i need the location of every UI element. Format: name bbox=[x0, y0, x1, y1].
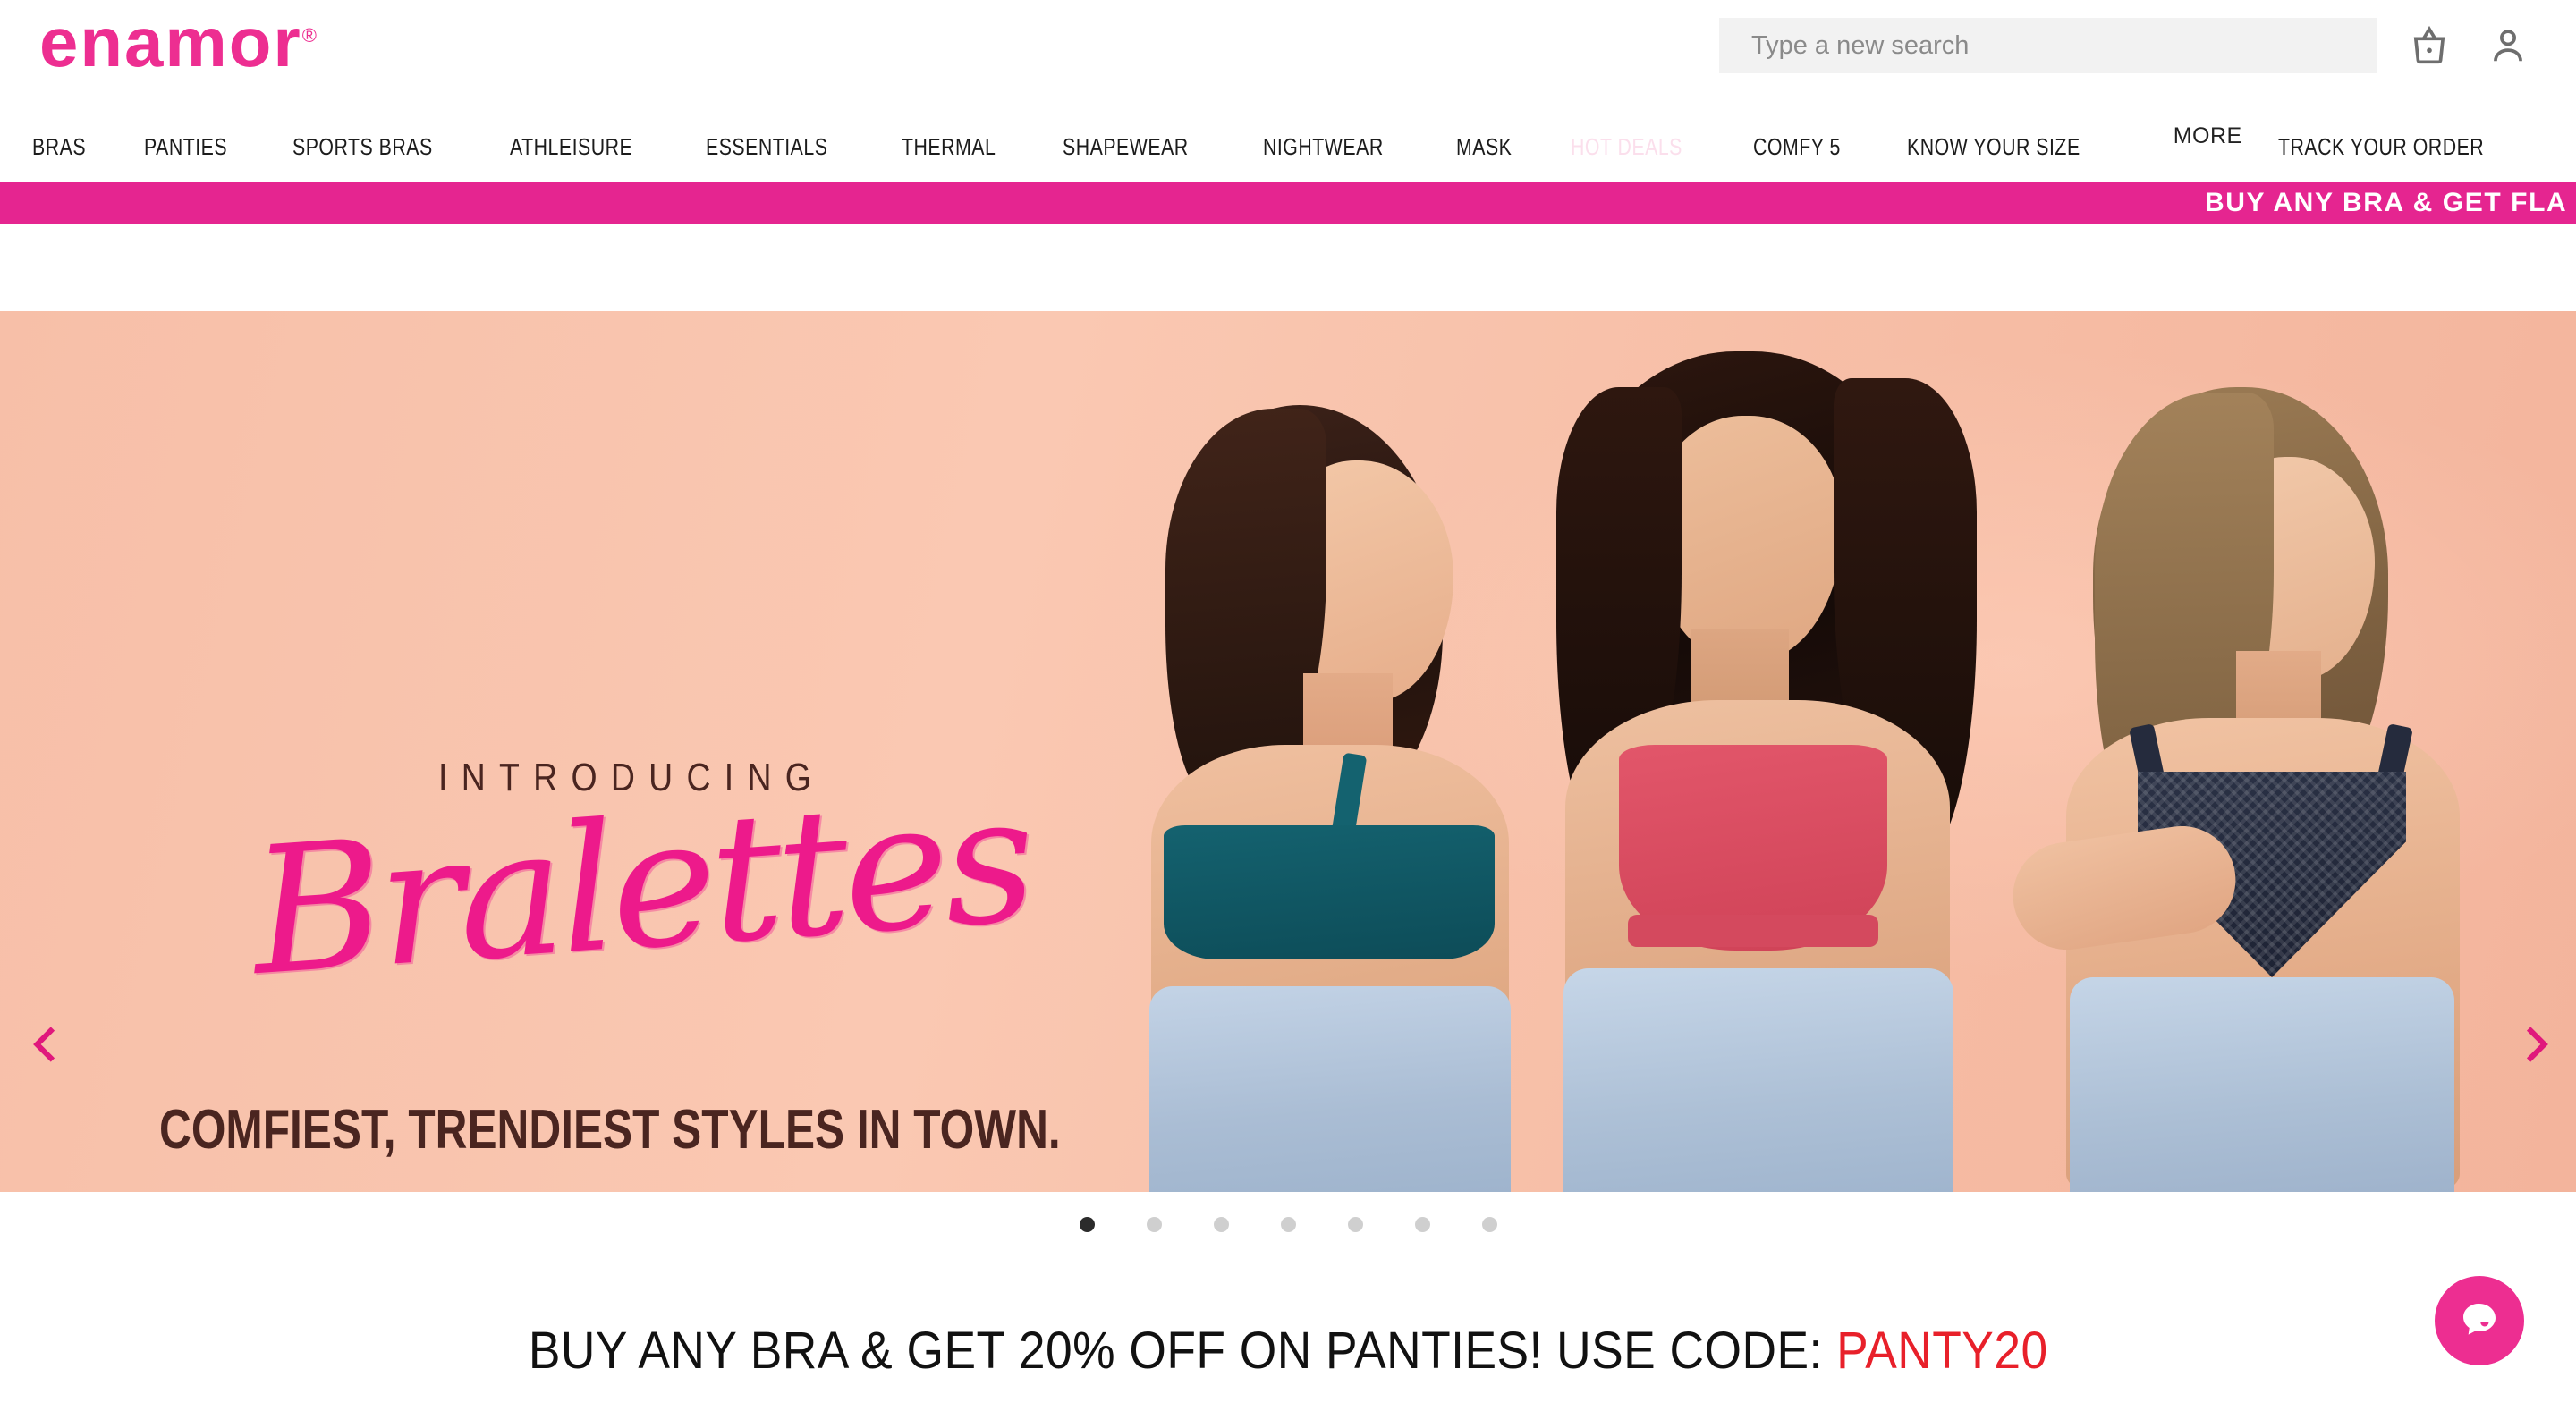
registered-mark-icon: ® bbox=[301, 24, 318, 46]
hero-headline: Bralettes bbox=[245, 756, 1037, 1016]
nav-item-athleisure[interactable]: ATHLEISURE bbox=[510, 133, 632, 161]
carousel-dots bbox=[0, 1192, 2576, 1256]
hero-model-left bbox=[1114, 405, 1534, 1192]
carousel-dot[interactable] bbox=[1280, 1216, 1296, 1232]
nav-item-hot-deals[interactable]: HOT DEALS bbox=[1571, 133, 1682, 161]
bottom-promo-text: BUY ANY BRA & GET 20% OFF ON PANTIES! US… bbox=[528, 1321, 1823, 1380]
promo-code: PANTY20 bbox=[1835, 1321, 2048, 1380]
nav-item-know-your-size[interactable]: KNOW YOUR SIZE bbox=[1907, 133, 2080, 161]
nav-item-nightwear[interactable]: NIGHTWEAR bbox=[1263, 133, 1384, 161]
search-input[interactable] bbox=[1719, 18, 2377, 73]
nav-item-thermal[interactable]: THERMAL bbox=[902, 133, 996, 161]
carousel-dot[interactable] bbox=[1213, 1216, 1229, 1232]
nav-item-essentials[interactable]: ESSENTIALS bbox=[706, 133, 827, 161]
chevron-right-icon[interactable] bbox=[2504, 1013, 2567, 1076]
nav-item-bras[interactable]: BRAS bbox=[32, 133, 86, 161]
carousel-dot[interactable] bbox=[1146, 1216, 1162, 1232]
carousel-dot[interactable] bbox=[1481, 1216, 1497, 1232]
brand-logo-text: enamor bbox=[39, 3, 302, 81]
nav-item-sports-bras[interactable]: SPORTS BRAS bbox=[292, 133, 433, 161]
hero-carousel: INTRODUCING Bralettes COMFIEST, TRENDIES… bbox=[0, 311, 2576, 1192]
hero-model-center bbox=[1521, 351, 1986, 1192]
hero-copy: INTRODUCING Bralettes COMFIEST, TRENDIES… bbox=[0, 311, 1109, 1192]
cart-icon[interactable] bbox=[2406, 23, 2453, 70]
search-box[interactable] bbox=[1719, 18, 2377, 73]
carousel-dot[interactable] bbox=[1347, 1216, 1363, 1232]
nav-item-comfy-5[interactable]: COMFY 5 bbox=[1753, 133, 1841, 161]
nav-item-panties[interactable]: PANTIES bbox=[144, 133, 227, 161]
carousel-dot[interactable] bbox=[1079, 1216, 1095, 1232]
promo-marquee-bar: BUY ANY BRA & GET FLA bbox=[0, 182, 2576, 224]
nav-item-shapewear[interactable]: SHAPEWEAR bbox=[1063, 133, 1189, 161]
carousel-dot[interactable] bbox=[1414, 1216, 1430, 1232]
chevron-left-icon[interactable] bbox=[14, 1013, 77, 1076]
hero-tagline: COMFIEST, TRENDIEST STYLES IN TOWN. bbox=[159, 1099, 1061, 1161]
chat-bubble-icon[interactable] bbox=[2435, 1276, 2524, 1365]
site-header: enamor® bbox=[0, 0, 2576, 112]
account-icon[interactable] bbox=[2485, 23, 2531, 70]
nav-item-mask[interactable]: MASK bbox=[1456, 133, 1512, 161]
main-navigation: BRAS PANTIES SPORTS BRAS ATHLEISURE ESSE… bbox=[0, 112, 2576, 182]
header-spacer bbox=[0, 224, 2576, 311]
nav-item-more[interactable]: MORE bbox=[2174, 123, 2242, 149]
promo-marquee-text: BUY ANY BRA & GET FLA bbox=[2205, 188, 2568, 217]
nav-item-track-your-order[interactable]: TRACK YOUR ORDER bbox=[2278, 133, 2484, 161]
bottom-promo-strip: BUY ANY BRA & GET 20% OFF ON PANTIES! US… bbox=[0, 1256, 2576, 1411]
hero-model-right bbox=[2005, 387, 2496, 1192]
brand-logo[interactable]: enamor® bbox=[39, 7, 318, 77]
